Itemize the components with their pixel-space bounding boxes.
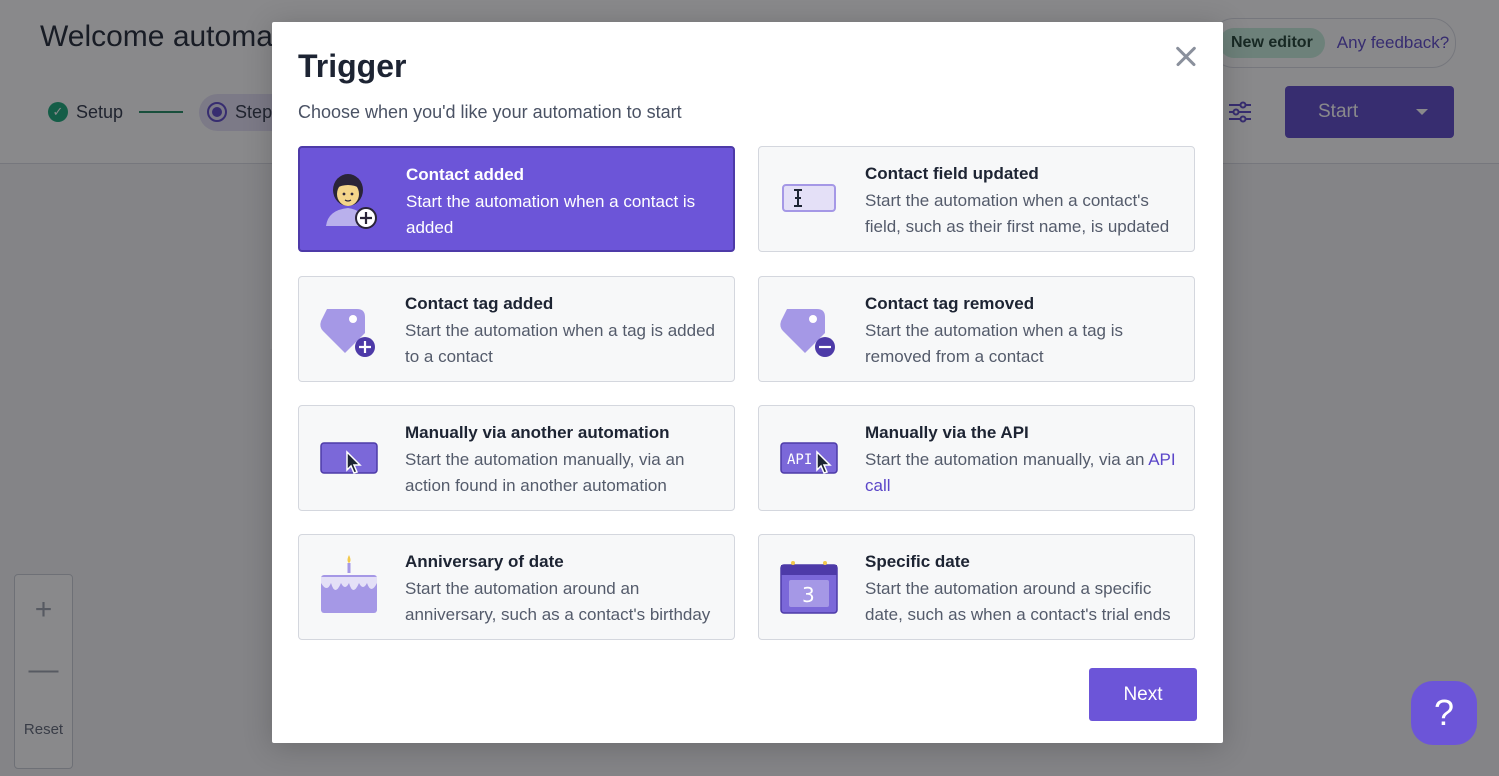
trigger-modal: Trigger Choose when you'd like your auto… (272, 22, 1223, 743)
option-description: Start the automation when a contact is a… (406, 192, 696, 237)
option-title: Anniversary of date (405, 552, 564, 571)
option-title: Contact tag added (405, 294, 554, 313)
option-title: Manually via another automation (405, 423, 670, 442)
option-description: Start the automation when a tag is remov… (865, 321, 1123, 366)
next-button[interactable]: Next (1089, 668, 1197, 721)
option-title: Specific date (865, 552, 970, 571)
help-button[interactable]: ? (1411, 681, 1477, 745)
option-title: Contact tag removed (865, 294, 1035, 313)
option-description: Start the automation manually, via an ac… (405, 450, 685, 495)
trigger-option-contact-field-updated[interactable]: Contact field updated Start the automati… (758, 146, 1195, 252)
option-description: Start the automation when a tag is added… (405, 321, 715, 366)
calendar-icon: 3 (777, 553, 843, 619)
trigger-option-manual-api[interactable]: API Manually via the API Start the autom… (758, 405, 1195, 511)
close-icon[interactable] (1170, 40, 1202, 72)
option-description: Start the automation around an anniversa… (405, 579, 711, 624)
option-title: Contact field updated (865, 164, 1039, 183)
cake-icon (317, 553, 383, 619)
trigger-option-contact-tag-removed[interactable]: Contact tag removed Start the automation… (758, 276, 1195, 382)
trigger-option-anniversary[interactable]: Anniversary of date Start the automation… (298, 534, 735, 640)
trigger-option-manual-automation[interactable]: Manually via another automation Start th… (298, 405, 735, 511)
option-title: Manually via the API (865, 423, 1029, 442)
option-description: Start the automation around a specific d… (865, 579, 1171, 624)
trigger-option-contact-added[interactable]: Contact added Start the automation when … (298, 146, 735, 252)
option-title: Contact added (406, 165, 525, 184)
modal-subtitle: Choose when you'd like your automation t… (298, 102, 682, 122)
cursor-click-icon (317, 424, 383, 490)
option-description: Start the automation manually, via an AP… (865, 447, 1185, 499)
question-icon: ? (1433, 692, 1455, 733)
tag-remove-icon (777, 295, 843, 361)
trigger-option-contact-tag-added[interactable]: Contact tag added Start the automation w… (298, 276, 735, 382)
text-field-icon (777, 165, 843, 231)
option-description: Start the automation when a contact's fi… (865, 191, 1170, 236)
option-description-text: Start the automation manually, via an (865, 450, 1149, 469)
api-icon-label: API (787, 452, 812, 468)
contact-added-icon (318, 166, 384, 232)
tag-add-icon (317, 295, 383, 361)
modal-title: Trigger (298, 48, 407, 84)
trigger-option-specific-date[interactable]: 3 Specific date Start the automation aro… (758, 534, 1195, 640)
calendar-date-label: 3 (802, 583, 815, 607)
api-cursor-icon: API (777, 424, 843, 490)
